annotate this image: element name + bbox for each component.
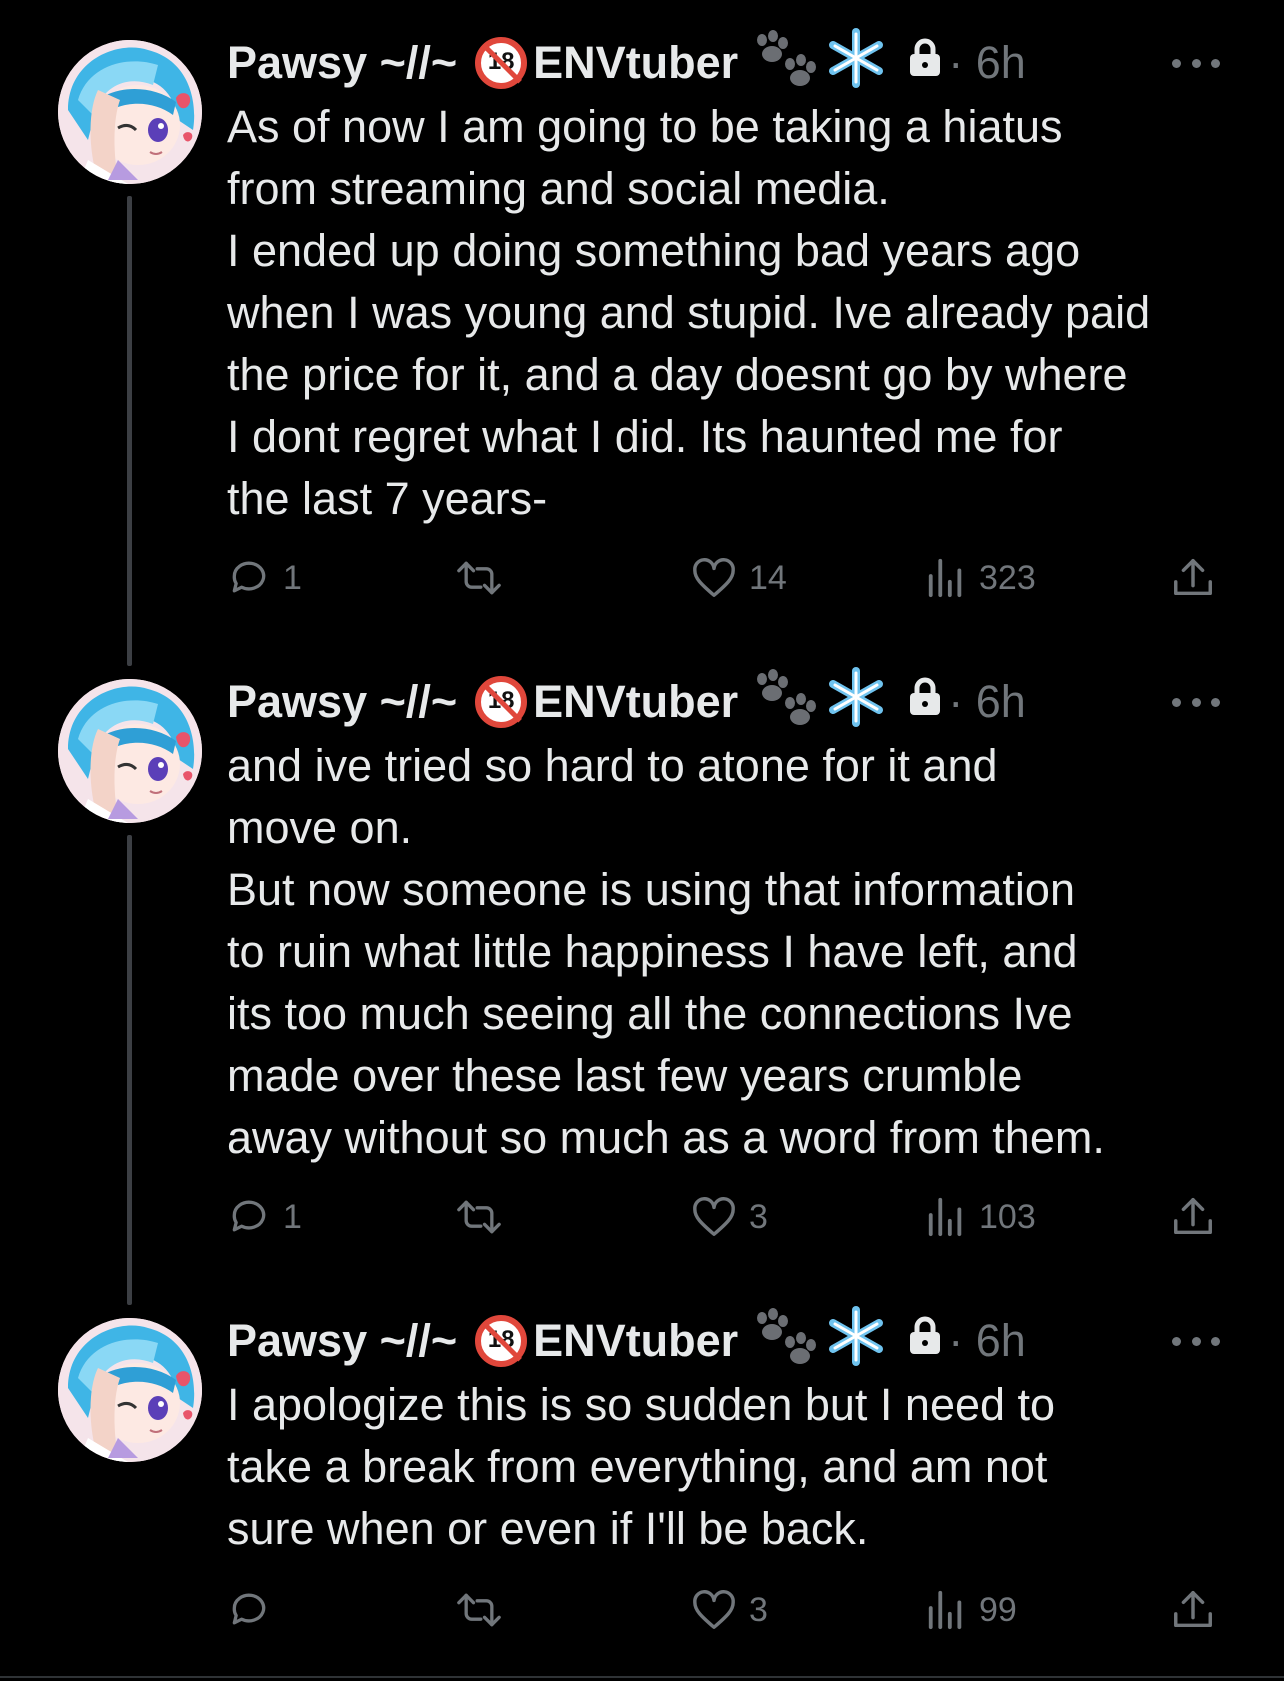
snowflake-icon <box>826 1305 886 1377</box>
thread-line <box>127 196 132 666</box>
repost-button[interactable] <box>455 553 515 603</box>
avatar-image <box>58 1318 202 1462</box>
timestamp[interactable]: · 6h <box>948 1315 1026 1367</box>
like-count: 3 <box>749 1197 768 1236</box>
reply-button[interactable]: 1 <box>227 1192 302 1242</box>
tweet-text: and ive tried so hard to atone for it an… <box>227 740 1105 1163</box>
snowflake-icon <box>826 27 886 99</box>
reply-icon <box>232 1593 266 1625</box>
no-under-18-icon: 18 <box>475 37 528 89</box>
display-name[interactable]: Pawsy ~//~ <box>227 1315 457 1367</box>
reply-icon <box>232 561 266 593</box>
reply-count: 1 <box>283 558 302 597</box>
more-options-icon[interactable] <box>1172 1333 1220 1349</box>
paw-prints-icon <box>752 668 818 736</box>
share-icon <box>1174 559 1212 596</box>
avatar[interactable] <box>58 40 202 184</box>
views-button[interactable]: 99 <box>925 1585 1017 1635</box>
lock-icon <box>908 37 942 89</box>
timestamp[interactable]: · 6h <box>948 37 1026 89</box>
like-count: 3 <box>749 1590 768 1629</box>
reply-icon <box>232 1200 266 1232</box>
display-name-tag[interactable]: ENVtuber <box>533 676 738 728</box>
repost-icon <box>457 1200 501 1234</box>
snowflake-icon <box>826 666 886 738</box>
tweet-actions: 3 99 <box>227 1585 1227 1635</box>
repost-icon <box>457 561 501 595</box>
repost-button[interactable] <box>455 1192 515 1242</box>
share-button[interactable] <box>1170 1192 1216 1242</box>
display-name-tag[interactable]: ENVtuber <box>533 1315 738 1367</box>
views-button[interactable]: 323 <box>925 553 1036 603</box>
views-icon <box>928 558 962 598</box>
tweet-text: I apologize this is so sudden but I need… <box>227 1379 1056 1554</box>
tweet-header: Pawsy ~//~ 18 ENVtuber · 6h <box>227 27 1026 93</box>
more-options-icon[interactable] <box>1172 55 1220 71</box>
avatar[interactable] <box>58 679 202 823</box>
share-icon <box>1174 1591 1212 1628</box>
more-options-icon[interactable] <box>1172 694 1220 710</box>
thread-line <box>127 835 132 1305</box>
lock-icon <box>908 1315 942 1367</box>
like-button[interactable]: 14 <box>691 553 787 603</box>
reply-count: 1 <box>283 1197 302 1236</box>
display-name[interactable]: Pawsy ~//~ <box>227 37 457 89</box>
share-icon <box>1174 1198 1212 1235</box>
views-icon <box>928 1197 962 1237</box>
tweet-actions: 1 3 103 <box>227 1192 1227 1242</box>
like-button[interactable]: 3 <box>691 1192 768 1242</box>
avatar-image <box>58 40 202 184</box>
view-count: 323 <box>979 558 1036 597</box>
like-count: 14 <box>749 558 787 597</box>
tweet-header: Pawsy ~//~ 18 ENVtuber · 6h <box>227 1305 1026 1371</box>
heart-icon <box>693 1590 735 1629</box>
tweet-text: As of now I am going to be taking a hiat… <box>227 101 1151 524</box>
no-under-18-icon: 18 <box>475 676 528 728</box>
paw-prints-icon <box>752 29 818 97</box>
heart-icon <box>693 1197 735 1236</box>
avatar-image <box>58 679 202 823</box>
share-button[interactable] <box>1170 1585 1216 1635</box>
reply-button[interactable] <box>227 1585 283 1635</box>
repost-icon <box>457 1593 501 1627</box>
lock-icon <box>908 676 942 728</box>
view-count: 99 <box>979 1590 1017 1629</box>
tweet-actions: 1 14 323 <box>227 553 1227 603</box>
display-name-tag[interactable]: ENVtuber <box>533 37 738 89</box>
display-name[interactable]: Pawsy ~//~ <box>227 676 457 728</box>
reply-button[interactable]: 1 <box>227 553 302 603</box>
share-button[interactable] <box>1170 553 1216 603</box>
view-count: 103 <box>979 1197 1036 1236</box>
views-button[interactable]: 103 <box>925 1192 1036 1242</box>
heart-icon <box>693 558 735 597</box>
timestamp[interactable]: · 6h <box>948 676 1026 728</box>
views-icon <box>928 1590 962 1630</box>
like-button[interactable]: 3 <box>691 1585 768 1635</box>
divider <box>0 1676 1284 1678</box>
no-under-18-icon: 18 <box>475 1315 528 1367</box>
repost-button[interactable] <box>455 1585 515 1635</box>
tweet-header: Pawsy ~//~ 18 ENVtuber · 6h <box>227 666 1026 732</box>
paw-prints-icon <box>752 1307 818 1375</box>
avatar[interactable] <box>58 1318 202 1462</box>
